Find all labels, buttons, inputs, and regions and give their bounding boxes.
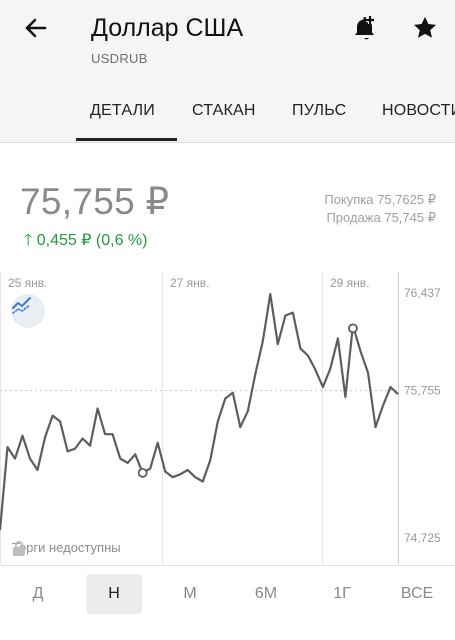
period-year[interactable]: 1Г <box>314 574 370 614</box>
buy-label: Покупка <box>324 192 374 207</box>
period-selector: Д Н М 6М 1Г ВСЕ <box>0 565 455 640</box>
period-week[interactable]: Н <box>86 574 142 614</box>
chart-marker-high <box>348 323 358 334</box>
tab-news[interactable]: НОВОСТИ <box>382 102 455 120</box>
bell-plus-icon <box>355 16 374 40</box>
app-header: Доллар США USDRUB ДЕТАЛИ СТАКАН ПУЛЬС НО… <box>0 0 455 143</box>
chart-marker-low <box>137 467 148 478</box>
sell-value: 75,745 ₽ <box>384 210 436 225</box>
tab-bar: ДЕТАЛИ СТАКАН ПУЛЬС НОВОСТИ <box>0 88 455 142</box>
trend-indicator-icon <box>12 297 31 314</box>
x-tick-label: 29 янв. <box>330 276 370 290</box>
ticker-label: USDRUB <box>91 51 148 66</box>
active-tab-indicator <box>76 138 177 141</box>
period-all[interactable]: ВСЕ <box>389 574 445 614</box>
sell-row: Продажа 75,745 ₽ <box>324 209 436 227</box>
trading-status: Торги недоступны <box>12 540 121 556</box>
y-tick-label: 74,725 <box>404 531 441 545</box>
buy-row: Покупка 75,7625 ₽ <box>324 191 436 209</box>
period-6-months[interactable]: 6М <box>238 574 294 614</box>
favorite-button[interactable] <box>410 13 440 43</box>
series-line <box>0 292 399 531</box>
star-icon <box>413 16 437 38</box>
x-tick-label: 25 янв. <box>8 276 48 290</box>
price-chart[interactable]: 25 янв. 27 янв. 29 янв. 76,437 75,755 74,725 … <box>0 272 455 564</box>
indicators-button[interactable] <box>11 294 45 328</box>
back-button[interactable] <box>22 14 50 42</box>
sell-label: Продажа <box>326 210 381 225</box>
price-change: 🡑 0,455 ₽ (0,6 %) <box>24 229 147 256</box>
arrow-left-icon <box>25 18 47 38</box>
arrow-up-icon: 🡑 <box>24 232 33 249</box>
bid-ask-block: Покупка 75,7625 ₽ Продажа 75,745 ₽ <box>324 191 436 227</box>
current-price: 75,755 ₽ <box>20 181 170 222</box>
page-title: Доллар США <box>91 14 244 42</box>
trading-status-text: Торги недоступны <box>12 540 121 555</box>
period-day[interactable]: Д <box>10 574 66 614</box>
tab-pulse[interactable]: ПУЛЬС <box>292 102 346 120</box>
buy-value: 75,7625 ₽ <box>377 192 436 207</box>
lock-icon <box>13 541 25 556</box>
chart-svg: 25 янв. 27 янв. 29 янв. 76,437 75,755 74,725 <box>0 272 441 564</box>
add-alert-button[interactable] <box>350 13 380 43</box>
y-tick-label: 76,437 <box>404 286 441 300</box>
y-tick-label: 75,755 <box>404 384 441 398</box>
tab-order-book[interactable]: СТАКАН <box>192 102 256 120</box>
tab-details[interactable]: ДЕТАЛИ <box>90 102 155 120</box>
price-change-value: 0,455 ₽ (0,6 %) <box>36 232 148 249</box>
period-month[interactable]: М <box>162 574 218 614</box>
x-tick-label: 27 янв. <box>170 276 210 290</box>
